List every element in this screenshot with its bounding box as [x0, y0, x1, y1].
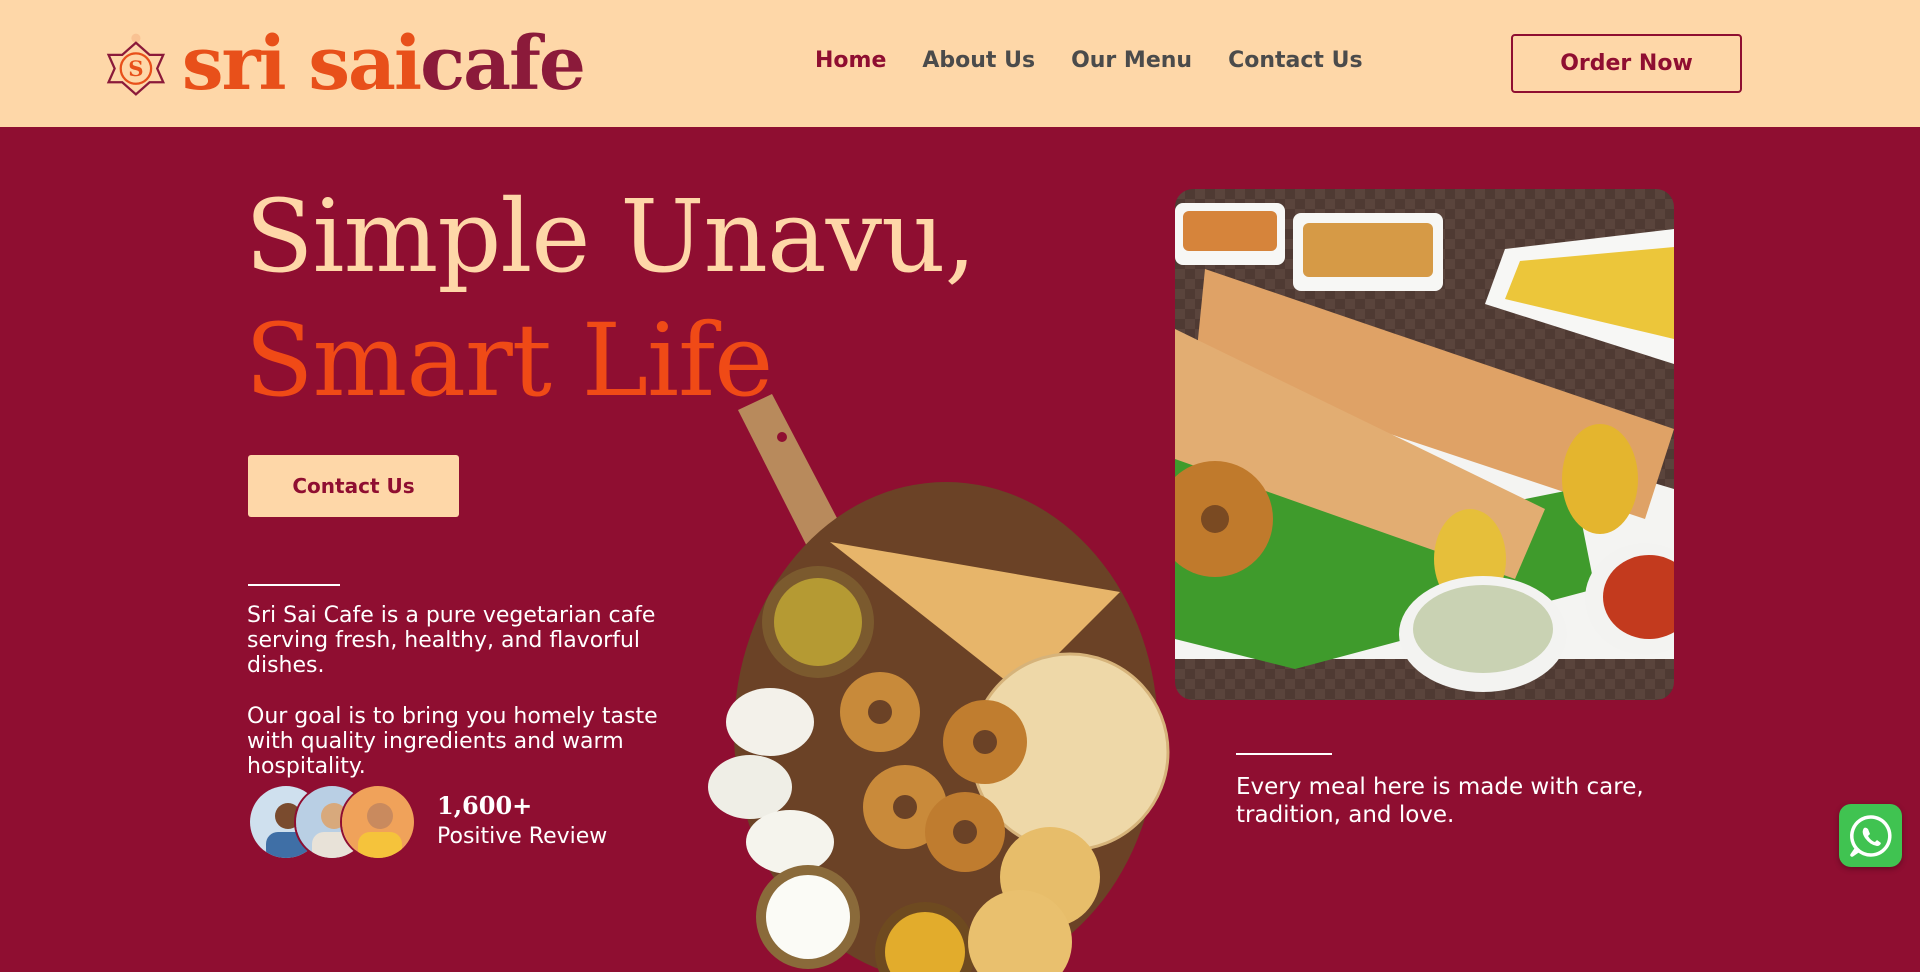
site-header: S sri saicafe Home About Us Our Menu Con… [0, 0, 1920, 127]
brand-name-part1: sri sai [181, 21, 422, 107]
review-count: 1,600+ [437, 791, 533, 820]
whatsapp-button[interactable] [1839, 804, 1902, 867]
nav-contact-us[interactable]: Contact Us [1228, 48, 1362, 73]
order-now-button[interactable]: Order Now [1511, 34, 1742, 93]
main-nav: Home About Us Our Menu Contact Us [815, 48, 1363, 73]
divider-line [1236, 753, 1332, 755]
intro-paragraph: Sri Sai Cafe is a pure vegetarian cafe s… [247, 603, 656, 678]
whatsapp-icon [1849, 814, 1892, 857]
nav-home[interactable]: Home [815, 48, 886, 73]
brand-wordmark: sri saicafe [182, 27, 586, 101]
dosa-meal-photo [1175, 189, 1674, 700]
nav-our-menu[interactable]: Our Menu [1071, 48, 1192, 73]
brand-logo[interactable]: S sri saicafe [104, 14, 586, 114]
brand-name-part2: cafe [420, 21, 586, 107]
divider-line [248, 584, 340, 586]
review-label: Positive Review [437, 824, 608, 849]
lotus-emblem-icon: S [106, 33, 166, 96]
avatar [340, 784, 416, 860]
care-tagline: Every meal here is made with care, tradi… [1236, 774, 1644, 828]
hero-title-line1: Simple Unavu, [245, 178, 976, 295]
svg-text:S: S [128, 57, 143, 82]
reviewer-avatars [248, 784, 420, 860]
food-platter-image [708, 394, 1170, 972]
goal-paragraph: Our goal is to bring you homely taste wi… [247, 704, 658, 779]
contact-us-button[interactable]: Contact Us [248, 455, 459, 517]
nav-about-us[interactable]: About Us [922, 48, 1035, 73]
